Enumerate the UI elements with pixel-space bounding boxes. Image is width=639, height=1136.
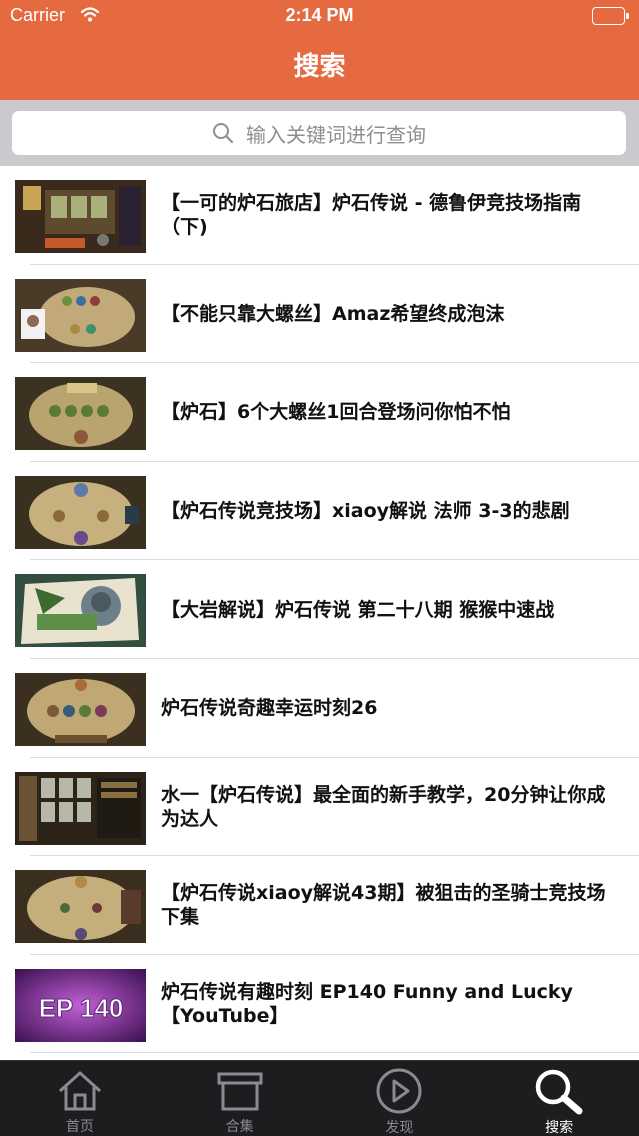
battery-icon [592, 7, 629, 25]
video-title: 【炉石传说竞技场】xiaoy解说 法师 3-3的悲剧 [161, 500, 570, 523]
video-title: 炉石传说奇趣幸运时刻26 [161, 697, 378, 720]
search-icon [533, 1067, 585, 1115]
video-list-item[interactable]: 【大岩解说】炉石传说 第二十八期 猴猴中速战 [0, 560, 639, 659]
video-title: 【一可的炉石旅店】炉石传说 - 德鲁伊竞技场指南（下) [161, 192, 582, 239]
video-thumbnail [15, 771, 146, 845]
video-thumbnail [15, 475, 146, 549]
video-list-item[interactable]: 水一【炉石传说】最全面的新手教学，20分钟让你成为达人 [0, 758, 639, 857]
page-title: 搜索 [293, 52, 346, 82]
status-time: 2:14 PM [285, 5, 354, 25]
video-list-item[interactable]: 【不能只靠大螺丝】Amaz希望终成泡沫 [0, 265, 639, 364]
video-title: 水一【炉石传说】最全面的新手教学，20分钟让你成为达人 [161, 783, 606, 830]
tab-search[interactable]: 搜索 [479, 1061, 639, 1136]
search-placeholder: 输入关键词进行查询 [246, 122, 426, 147]
video-list-item[interactable]: 【一可的炉石旅店】炉石传说 - 德鲁伊竞技场指南（下) [0, 166, 639, 265]
video-list-item[interactable]: 【炉石传说xiaoy解说43期】被狙击的圣骑士竞技场下集 [0, 856, 639, 955]
video-thumbnail [15, 672, 146, 746]
video-thumbnail [15, 180, 146, 253]
tab-label: 搜索 [545, 1120, 574, 1136]
tab-label: 发现 [385, 1120, 414, 1136]
video-thumbnail [15, 574, 146, 648]
tab-collection[interactable]: 合集 [160, 1061, 320, 1136]
home-icon [56, 1067, 104, 1114]
video-title: 【炉石】6个大螺丝1回合登场问你怕不怕 [161, 401, 511, 424]
tab-label: 合集 [225, 1119, 254, 1135]
search-bar: 输入关键词进行查询 [0, 100, 639, 166]
status-bar: Carrier 2:14 PM [0, 0, 639, 34]
video-title: 【不能只靠大螺丝】Amaz希望终成泡沫 [161, 302, 505, 325]
video-list-item[interactable]: 【炉石】6个大螺丝1回合登场问你怕不怕 [0, 363, 639, 462]
video-title: 【炉石传说xiaoy解说43期】被狙击的圣骑士竞技场下集 [161, 882, 606, 929]
search-input[interactable]: 输入关键词进行查询 [12, 111, 626, 155]
tab-label: 首页 [65, 1119, 94, 1135]
video-thumbnail: EP 140 [15, 968, 146, 1042]
navigation-header: Carrier 2:14 PM 搜索 [0, 0, 639, 100]
video-title: 炉石传说有趣时刻 EP140 Funny and Lucky【YouTube】 [161, 981, 573, 1028]
video-title: 【大岩解说】炉石传说 第二十八期 猴猴中速战 [161, 598, 555, 621]
tab-bar: 首页 合集 发现 搜索 [0, 1060, 639, 1136]
video-list-item[interactable]: EP 140 炉石传说有趣时刻 EP140 Funny and Lucky【Yo… [0, 955, 639, 1054]
tab-home[interactable]: 首页 [0, 1061, 160, 1136]
video-list-item[interactable]: 炉石传说奇趣幸运时刻26 [0, 659, 639, 758]
tab-discover[interactable]: 发现 [320, 1061, 480, 1136]
video-thumbnail [15, 278, 146, 352]
video-thumbnail [15, 377, 146, 451]
search-icon [212, 122, 234, 144]
video-list-item[interactable]: 【炉石传说竞技场】xiaoy解说 法师 3-3的悲剧 [0, 462, 639, 561]
video-thumbnail [15, 870, 146, 944]
box-icon [216, 1067, 264, 1114]
thumbnail-text: EP 140 [39, 993, 124, 1023]
play-circle-icon [375, 1067, 423, 1115]
video-list: 【一可的炉石旅店】炉石传说 - 德鲁伊竞技场指南（下) 【不能只靠大螺丝】Ama… [0, 166, 639, 1060]
